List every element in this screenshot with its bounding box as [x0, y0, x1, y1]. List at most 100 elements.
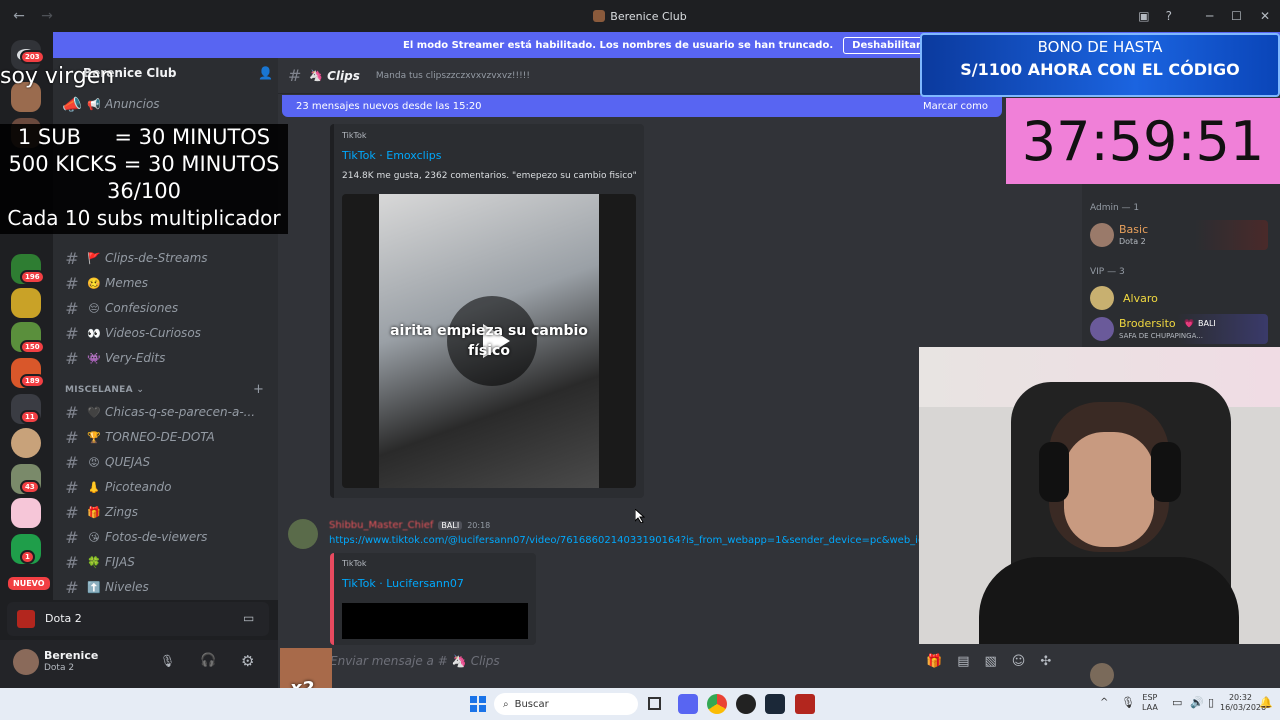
- channel-quejas[interactable]: # 😡 QUEJAS: [61, 451, 271, 473]
- channel-confesiones[interactable]: # 😔 Confesiones: [61, 297, 271, 319]
- gif-icon[interactable]: ▤: [957, 654, 969, 669]
- user-panel: Berenice Dota 2 🎙 🎧 ⚙: [0, 640, 278, 688]
- channel-fijas[interactable]: # 🍀 FIJAS: [61, 551, 271, 573]
- maximize-icon[interactable]: ☐: [1231, 9, 1242, 23]
- headphones-icon[interactable]: 🎧: [200, 653, 216, 668]
- clock[interactable]: 20:32 16/03/2026: [1220, 693, 1266, 713]
- channel-label: Clips-de-Streams: [105, 251, 208, 265]
- badge: 189: [20, 374, 45, 388]
- channel-picoteando[interactable]: # 👃 Picoteando: [61, 476, 271, 498]
- search-icon: ⌕: [503, 698, 509, 710]
- mark-read-button[interactable]: Marcar como: [923, 101, 988, 112]
- channel-label: Anuncios: [105, 97, 160, 111]
- server-icon-4[interactable]: [11, 288, 41, 318]
- channel-very-edits[interactable]: # 👾 Very-Edits: [61, 347, 271, 369]
- new-messages-bar[interactable]: 23 mensajes nuevos desde las 15:20 Marca…: [282, 95, 1002, 117]
- sticker-icon[interactable]: ▧: [984, 654, 996, 669]
- channel-label: Picoteando: [105, 480, 172, 494]
- member-item[interactable]: Brodersito 💗 BALI SAFA DE CHUPAPINGA...: [1086, 314, 1268, 344]
- channel-chicas[interactable]: # 🖤 Chicas-q-se-parecen-a-...: [61, 401, 271, 423]
- gift-icon[interactable]: 🎁: [926, 654, 942, 669]
- channel-emoji: 🏆: [87, 430, 101, 444]
- video-thumbnail[interactable]: airita empieza su cambio físico: [342, 194, 636, 488]
- minimize-icon[interactable]: ─: [1206, 9, 1213, 23]
- message-link[interactable]: https://www.tiktok.com/@lucifersann07/vi…: [329, 535, 919, 546]
- channel-clips-de-streams[interactable]: # 🚩 Clips-de-Streams: [61, 247, 271, 269]
- rule-line: 36/100: [107, 179, 181, 203]
- screen-share-icon[interactable]: ▭: [243, 611, 254, 625]
- avatar: [1090, 223, 1114, 247]
- emoji-icon[interactable]: ☺: [1012, 654, 1026, 669]
- promo-line1: BONO DE HASTA: [1037, 38, 1163, 56]
- composer-placeholder: Enviar mensaje a #: [330, 654, 448, 668]
- promo-banner: BONO DE HASTA S/1100 AHORA CON EL CÓDIGO: [920, 33, 1280, 97]
- heart-icon: 💗: [1184, 319, 1194, 328]
- channel-videos-curiosos[interactable]: # 👀 Videos-Curiosos: [61, 322, 271, 344]
- shoulders: [979, 557, 1239, 644]
- hash-icon: #: [65, 452, 79, 472]
- microphone-icon[interactable]: 🎙: [160, 654, 175, 668]
- add-member-icon[interactable]: 👤: [258, 66, 273, 86]
- avatar[interactable]: [288, 519, 318, 549]
- inbox-icon[interactable]: ▣: [1138, 9, 1149, 23]
- channel-emoji: ⬆️: [87, 580, 101, 594]
- help-icon[interactable]: ?: [1166, 9, 1172, 23]
- task-view-icon[interactable]: [648, 697, 661, 710]
- steam-icon[interactable]: [765, 694, 785, 714]
- author-name[interactable]: Shibbu_Master_Chief: [329, 520, 433, 531]
- rule-line: Cada 10 subs multiplicador: [7, 206, 281, 230]
- new-badge[interactable]: NUEVO: [6, 575, 52, 592]
- channel-label: Confesiones: [105, 301, 179, 315]
- channel-torneo-de-dota[interactable]: # 🏆 TORNEO-DE-DOTA: [61, 426, 271, 448]
- discord-taskbar-icon[interactable]: [678, 694, 698, 714]
- chevron-up-icon[interactable]: ^: [1100, 697, 1108, 708]
- server-icon-10[interactable]: [11, 498, 41, 528]
- channel-niveles[interactable]: # ⬆️ Niveles: [61, 576, 271, 598]
- channel-label: FIJAS: [105, 555, 135, 569]
- activity-panel[interactable]: Dota 2 ▭: [7, 602, 269, 636]
- search-label: Buscar: [514, 698, 549, 710]
- hash-icon: #: [288, 66, 302, 85]
- chrome-icon[interactable]: [707, 694, 727, 714]
- composer-channel: Clips: [470, 654, 500, 668]
- network-icon[interactable]: ▭: [1172, 696, 1182, 709]
- countdown-timer: 37:59:51: [1006, 98, 1280, 184]
- dota-taskbar-icon[interactable]: [795, 694, 815, 714]
- close-icon[interactable]: ✕: [1260, 9, 1270, 23]
- rule-line: 500 KICKS = 30 MINUTOS: [8, 152, 280, 176]
- clock-time: 20:32: [1228, 693, 1252, 702]
- disable-streamer-button[interactable]: Deshabilitar: [843, 36, 930, 54]
- volume-icon[interactable]: 🔊: [1190, 696, 1204, 709]
- microphone-icon[interactable]: 🎙: [1121, 696, 1135, 709]
- add-channel-icon[interactable]: +: [253, 382, 264, 397]
- taskbar-search[interactable]: ⌕ Buscar: [494, 693, 638, 715]
- channel-memes[interactable]: # 🥴 Memes: [61, 272, 271, 294]
- apps-icon[interactable]: ✣: [1040, 654, 1051, 669]
- obs-icon[interactable]: [736, 694, 756, 714]
- channel-zings[interactable]: # 🎁 Zings: [61, 501, 271, 523]
- hash-icon: #: [65, 477, 79, 497]
- video-thumbnail[interactable]: [342, 603, 528, 639]
- embed-title-link[interactable]: TikTok · Emoxclips: [342, 149, 442, 162]
- channel-fotos-de-viewers[interactable]: # 😘 Fotos-de-viewers: [61, 526, 271, 548]
- notification-icon[interactable]: 🔔: [1259, 696, 1273, 709]
- channel-anuncios[interactable]: 📣 📢 Anuncios: [61, 93, 271, 115]
- badge: 43: [20, 480, 40, 494]
- embed-title-link[interactable]: TikTok · Lucifersann07: [342, 577, 464, 590]
- keyboard-layout: LAA: [1142, 703, 1158, 712]
- member-item[interactable]: Basic Dota 2: [1086, 220, 1268, 250]
- avatar[interactable]: [1090, 663, 1114, 687]
- avatar[interactable]: [13, 649, 39, 675]
- gear-icon[interactable]: ⚙: [241, 652, 254, 670]
- windows-start-icon[interactable]: [470, 696, 486, 712]
- category-miscelanea[interactable]: MISCELANEA ⌄: [65, 385, 144, 395]
- headset-cup: [1151, 442, 1181, 502]
- server-icon-8[interactable]: [11, 428, 41, 458]
- member-name: Alvaro: [1123, 292, 1158, 305]
- badge: 1: [20, 550, 35, 564]
- language-indicator[interactable]: ESP LAA: [1142, 693, 1158, 713]
- role-tag: BALI: [1198, 319, 1216, 328]
- badge: 203: [20, 50, 45, 64]
- member-item[interactable]: Alvaro: [1086, 284, 1268, 312]
- battery-icon[interactable]: ▯: [1208, 696, 1214, 709]
